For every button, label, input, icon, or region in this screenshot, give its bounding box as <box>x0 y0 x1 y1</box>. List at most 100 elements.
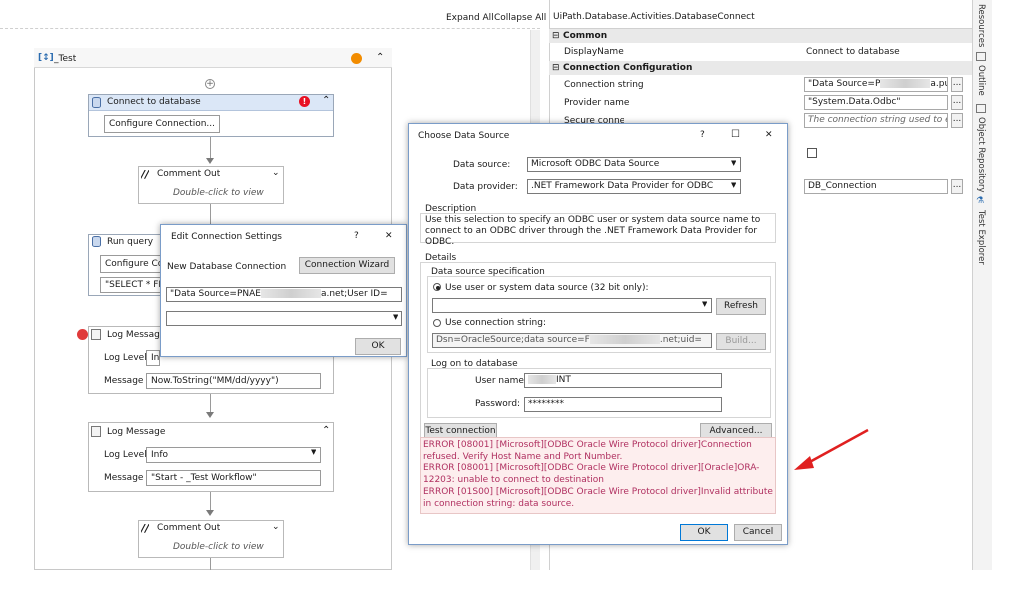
log-level-select[interactable]: Info <box>146 350 160 366</box>
prop-display-name-label: DisplayName <box>564 47 624 57</box>
activity-title: Comment Out <box>157 169 221 179</box>
error-message: ERROR [08001] [Microsoft][ODBC Oracle Wi… <box>423 463 760 485</box>
error-icon: ! <box>299 96 310 107</box>
data-provider-select[interactable]: .NET Framework Data Provider for ODBC <box>527 179 741 194</box>
configure-connection-button[interactable]: Configure Connection... <box>104 115 220 133</box>
dropdown-arrow-icon[interactable]: ▼ <box>393 313 398 321</box>
close-icon[interactable]: ✕ <box>765 130 773 140</box>
provider-select[interactable] <box>166 311 402 326</box>
message-label: Message <box>104 376 144 386</box>
dropdown-arrow-icon[interactable]: ▼ <box>311 448 316 456</box>
log-level-label: Log Level <box>104 353 147 363</box>
radio-conn-label[interactable]: Use connection string: <box>445 318 546 328</box>
sequence-icon: [↕] <box>38 53 54 63</box>
help-icon[interactable]: ? <box>700 130 705 140</box>
log-level-select[interactable]: Info <box>146 447 321 463</box>
prop-output-value[interactable]: DB_Connection <box>804 179 948 194</box>
data-source-label: Data source: <box>453 160 511 170</box>
side-tab-test-explorer[interactable]: Test Explorer <box>976 210 986 266</box>
message-field[interactable]: "Start - _Test Workflow" <box>146 470 321 486</box>
flow-connector <box>210 137 211 159</box>
database-icon <box>92 97 101 108</box>
message-field[interactable]: Now.ToString("MM/dd/yyyy") <box>146 373 321 389</box>
expand-all-link[interactable]: Expand All <box>446 13 494 23</box>
prop-checkbox[interactable] <box>807 148 817 158</box>
red-arrow-annotation <box>794 428 869 470</box>
add-activity-icon[interactable]: + <box>205 79 215 89</box>
data-provider-label: Data provider: <box>453 182 518 192</box>
radio-user-label[interactable]: Use user or system data source (32 bit o… <box>445 283 649 293</box>
side-tab-object-repository[interactable]: Object Repository <box>976 117 986 193</box>
expand-chevron-icon[interactable]: ⌄ <box>272 522 280 532</box>
comment-icon: // <box>141 168 150 181</box>
ellipsis-button[interactable]: ... <box>951 77 963 92</box>
help-icon[interactable]: ? <box>354 231 359 241</box>
prop-conn-string-value[interactable]: "Data Source=Pa.pu <box>804 77 948 92</box>
collapse-chevron-icon[interactable]: ⌃ <box>322 425 330 436</box>
description-text: Use this selection to specify an ODBC us… <box>425 215 761 247</box>
category-common[interactable]: Common <box>549 29 972 43</box>
activity-title: Log Message <box>107 427 166 437</box>
sequence-header <box>34 48 392 68</box>
log-icon <box>91 426 101 437</box>
dropdown-arrow-icon[interactable]: ▼ <box>731 159 736 167</box>
maximize-icon[interactable]: ☐ <box>731 129 740 140</box>
collapse-square-icon[interactable]: ⊟ <box>552 29 560 43</box>
flow-arrow-icon <box>206 412 214 418</box>
arrow-head-icon <box>794 456 814 470</box>
cancel-button[interactable]: Cancel <box>734 524 782 541</box>
username-label: User name: <box>475 376 527 386</box>
object-repository-icon <box>976 104 986 113</box>
database-icon <box>92 236 101 247</box>
collapse-square-icon[interactable]: ⊟ <box>552 61 560 75</box>
dialog-title: Edit Connection Settings <box>161 225 406 249</box>
flow-connector <box>210 394 211 414</box>
ellipsis-button[interactable]: ... <box>951 179 963 194</box>
query-field[interactable]: "SELECT * FRO <box>100 277 164 293</box>
arrow-shaft <box>805 428 869 466</box>
log-level-label: Log Level <box>104 450 147 460</box>
collapse-chevron-icon[interactable]: ⌃ <box>376 52 384 63</box>
activity-title: Run query <box>107 237 154 247</box>
comment-hint: Double-click to view <box>173 542 264 552</box>
flow-arrow-icon <box>206 158 214 164</box>
collapse-chevron-icon[interactable]: ⌃ <box>322 95 330 106</box>
comment-icon: // <box>141 522 150 535</box>
connection-string-field[interactable]: "Data Source=PNAE a.net;User ID= <box>166 287 402 302</box>
username-input[interactable]: INT <box>524 373 722 388</box>
ellipsis-button[interactable]: ... <box>951 95 963 110</box>
connection-string-input[interactable]: Dsn=OracleSource;data source=F .net;uid= <box>432 333 712 348</box>
error-message: ERROR [01S00] [Microsoft][ODBC Oracle Wi… <box>423 487 773 509</box>
flask-icon: ⚗ <box>976 196 985 206</box>
breakpoint-icon[interactable] <box>77 329 88 340</box>
build-button[interactable]: Build... <box>716 333 766 350</box>
outline-icon <box>976 52 986 61</box>
category-connection-configuration[interactable]: Connection Configuration <box>549 61 972 75</box>
connection-wizard-button[interactable]: Connection Wizard <box>299 257 395 274</box>
dropdown-arrow-icon[interactable]: ▼ <box>702 300 707 308</box>
activity-title: Comment Out <box>157 523 221 533</box>
new-connection-label: New Database Connection <box>167 262 287 272</box>
prop-display-name-value[interactable]: Connect to database <box>806 43 900 61</box>
configure-connection-button[interactable]: Configure Conn <box>100 255 164 273</box>
password-input[interactable]: ******** <box>524 397 722 412</box>
radio-connection-string[interactable] <box>433 319 441 327</box>
close-icon[interactable]: ✕ <box>385 231 393 241</box>
ok-button[interactable]: OK <box>355 338 401 355</box>
error-message: ERROR [08001] [Microsoft][ODBC Oracle Wi… <box>423 440 752 462</box>
ellipsis-button[interactable]: ... <box>951 113 963 128</box>
clock-icon <box>351 53 362 64</box>
flow-arrow-icon <box>206 510 214 516</box>
ok-button[interactable]: OK <box>680 524 728 541</box>
data-source-select[interactable]: Microsoft ODBC Data Source <box>527 157 741 172</box>
dropdown-arrow-icon[interactable]: ▼ <box>731 181 736 189</box>
collapse-all-link[interactable]: Collapse All <box>494 13 546 23</box>
prop-provider-value[interactable]: "System.Data.Odbc" <box>804 95 948 110</box>
designer-divider <box>0 28 540 29</box>
side-tab-outline[interactable]: Outline <box>976 65 986 99</box>
refresh-button[interactable]: Refresh <box>716 298 766 315</box>
user-source-select[interactable] <box>432 298 712 313</box>
prop-secure-value[interactable]: The connection string used to establ <box>804 113 948 128</box>
side-tab-resources[interactable]: Resources <box>976 4 986 47</box>
expand-chevron-icon[interactable]: ⌄ <box>272 168 280 178</box>
